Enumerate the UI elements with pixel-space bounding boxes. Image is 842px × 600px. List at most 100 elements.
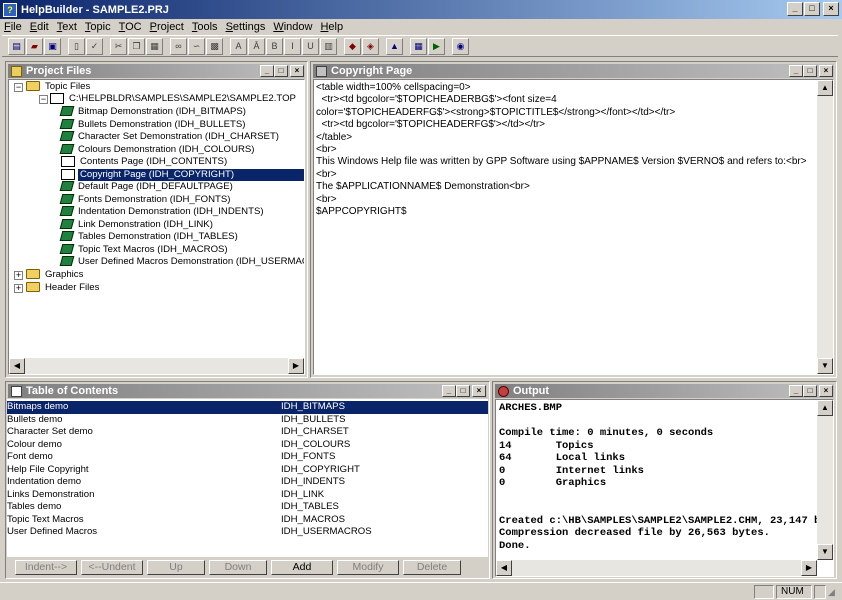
menu-toc[interactable]: TOC (119, 21, 142, 33)
tree-topic[interactable]: Contents Page (IDH_CONTENTS) (61, 156, 229, 168)
toc-row[interactable]: Colour demo IDH_COLOURS (7, 439, 488, 452)
table-icon[interactable]: ▥ (320, 37, 337, 55)
expand-topic-files-toggle[interactable]: − (14, 83, 23, 92)
minimize-button[interactable]: _ (787, 2, 803, 16)
toc-row[interactable]: Help File Copyright IDH_COPYRIGHT (7, 464, 488, 477)
output-log[interactable]: ARCHES.BMP Compile time: 0 minutes, 0 se… (495, 399, 834, 577)
window-title-bar[interactable]: ? HelpBuilder - SAMPLE2.PRJ _ □ × (0, 0, 842, 19)
toc-row[interactable]: Font demo IDH_FONTS (7, 451, 488, 464)
bold-icon[interactable]: B (266, 37, 283, 55)
editor-close-button[interactable]: × (819, 65, 833, 77)
toc-row[interactable]: Indentation demo IDH_INDENTS (7, 476, 488, 489)
menu-topic[interactable]: Topic (85, 21, 111, 33)
toc-title-bar[interactable]: Table of Contents _ □ × (8, 384, 487, 398)
cut-icon[interactable]: ✂ (110, 37, 127, 55)
tree-topic[interactable]: Indentation Demonstration (IDH_INDENTS) (59, 206, 266, 218)
modify-button[interactable]: Modify (337, 560, 399, 575)
menu-window[interactable]: Window (273, 21, 312, 33)
indent-button[interactable]: Indent--> (15, 560, 77, 575)
italic-icon[interactable]: I (284, 37, 301, 55)
tree-topic-files[interactable]: Topic Files (26, 81, 92, 93)
project-files-maximize-button[interactable]: □ (274, 65, 288, 77)
toc-row[interactable]: Links Demonstration IDH_LINK (7, 489, 488, 502)
project-files-title-bar[interactable]: Project Files _ □ × (8, 64, 305, 78)
tree-topic[interactable]: Colours Demonstration (IDH_COLOURS) (59, 144, 256, 156)
maximize-button[interactable]: □ (804, 2, 820, 16)
resize-grip-icon[interactable]: ◢ (828, 587, 840, 599)
tree-topic[interactable]: Link Demonstration (IDH_LINK) (59, 219, 215, 231)
up-button[interactable]: Up (147, 560, 205, 575)
toc-list[interactable]: Bitmaps demo IDH_BITMAPS Bullets demo IDH_… (7, 399, 488, 557)
open-folder-icon[interactable]: ▰ (26, 37, 43, 55)
undent-button[interactable]: <--Undent (81, 560, 143, 575)
output-minimize-button[interactable]: _ (789, 385, 803, 397)
paste-icon[interactable]: ▦ (146, 37, 163, 55)
print-preview-icon[interactable]: ▯ (68, 37, 85, 55)
scroll-left-arrow-icon[interactable]: ◀ (496, 560, 512, 576)
toc-row[interactable]: Topic Text Macros IDH_MACROS (7, 514, 488, 527)
font-icon[interactable]: A (230, 37, 247, 55)
tree-topic[interactable]: User Defined Macros Demonstration (IDH_U… (59, 256, 304, 268)
add-button[interactable]: Add (271, 560, 333, 575)
delete-button[interactable]: Delete (403, 560, 461, 575)
editor-vertical-scrollbar[interactable]: ▲ ▼ (817, 80, 833, 374)
output-vertical-scrollbar[interactable]: ▲ ▼ (817, 400, 833, 560)
underline-icon[interactable]: U (302, 37, 319, 55)
tree-topic[interactable]: Fonts Demonstration (IDH_FONTS) (59, 194, 232, 206)
down-button[interactable]: Down (209, 560, 267, 575)
menu-settings[interactable]: Settings (226, 21, 266, 33)
scroll-up-arrow-icon[interactable]: ▲ (817, 80, 833, 96)
link-icon[interactable]: ∞ (170, 37, 187, 55)
toc-row[interactable]: Character Set demo IDH_CHARSET (7, 426, 488, 439)
close-button[interactable]: × (823, 2, 839, 16)
tree-topic[interactable]: Topic Text Macros (IDH_MACROS) (59, 244, 230, 256)
toc-maximize-button[interactable]: □ (456, 385, 470, 397)
tree-topic[interactable]: Tables Demonstration (IDH_TABLES) (59, 231, 240, 243)
editor-title-bar[interactable]: Copyright Page _ □ × (313, 64, 834, 78)
tree-header-files[interactable]: Header Files (26, 282, 101, 294)
scroll-right-arrow-icon[interactable]: ▶ (288, 358, 304, 374)
copy-icon[interactable]: ❐ (128, 37, 145, 55)
menu-help[interactable]: Help (320, 21, 343, 33)
insert-topic-icon[interactable]: ◆ (344, 37, 361, 55)
html-editor[interactable]: <table width=100% cellspacing=0> <tr><td… (313, 79, 834, 375)
project-files-close-button[interactable]: × (290, 65, 304, 77)
menu-tools[interactable]: Tools (192, 21, 218, 33)
menu-text[interactable]: Text (57, 21, 77, 33)
editor-maximize-button[interactable]: □ (803, 65, 817, 77)
image-icon[interactable]: ▩ (206, 37, 223, 55)
toc-row[interactable]: Bullets demo IDH_BULLETS (7, 414, 488, 427)
run-icon[interactable]: ▶ (428, 37, 445, 55)
scroll-left-arrow-icon[interactable]: ◀ (9, 358, 25, 374)
expand-header-files-toggle[interactable]: + (14, 284, 23, 293)
expand-graphics-toggle[interactable]: + (14, 271, 23, 280)
output-horizontal-scrollbar[interactable]: ◀ ▶ (496, 560, 817, 576)
topic-properties-icon[interactable]: ◈ (362, 37, 379, 55)
toc-row[interactable]: User Defined Macros IDH_USERMACROS (7, 526, 488, 539)
menu-file[interactable]: File (4, 21, 22, 33)
editor-minimize-button[interactable]: _ (789, 65, 803, 77)
scroll-down-arrow-icon[interactable]: ▼ (817, 358, 833, 374)
tree-topic[interactable]: Default Page (IDH_DEFAULTPAGE) (59, 181, 235, 193)
toc-row-selected[interactable]: Bitmaps demo IDH_BITMAPS (7, 401, 488, 414)
scroll-down-arrow-icon[interactable]: ▼ (817, 544, 833, 560)
new-project-icon[interactable]: ▤ (8, 37, 25, 55)
calendar-icon[interactable]: ▦ (410, 37, 427, 55)
tree-topic-selected[interactable]: Copyright Page (IDH_COPYRIGHT) (61, 168, 304, 181)
tree-graphics[interactable]: Graphics (26, 269, 85, 281)
project-tree-horizontal-scrollbar[interactable]: ◀ ▶ (9, 358, 304, 374)
scroll-right-arrow-icon[interactable]: ▶ (801, 560, 817, 576)
output-maximize-button[interactable]: □ (803, 385, 817, 397)
save-icon[interactable]: ▣ (44, 37, 61, 55)
scroll-up-arrow-icon[interactable]: ▲ (817, 400, 833, 416)
expand-project-toggle[interactable]: − (39, 95, 48, 104)
compile-icon[interactable]: ▲ (386, 37, 403, 55)
spell-check-icon[interactable]: ✓ (86, 37, 103, 55)
font-color-icon[interactable]: Ā (248, 37, 265, 55)
tree-topic[interactable]: Character Set Demonstration (IDH_CHARSET… (59, 131, 281, 143)
output-title-bar[interactable]: Output _ □ × (495, 384, 834, 398)
toc-minimize-button[interactable]: _ (442, 385, 456, 397)
menu-project[interactable]: Project (150, 21, 184, 33)
tree-topic[interactable]: Bullets Demonstration (IDH_BULLETS) (59, 119, 247, 131)
tree-topic[interactable]: Bitmap Demonstration (IDH_BITMAPS) (59, 106, 248, 118)
